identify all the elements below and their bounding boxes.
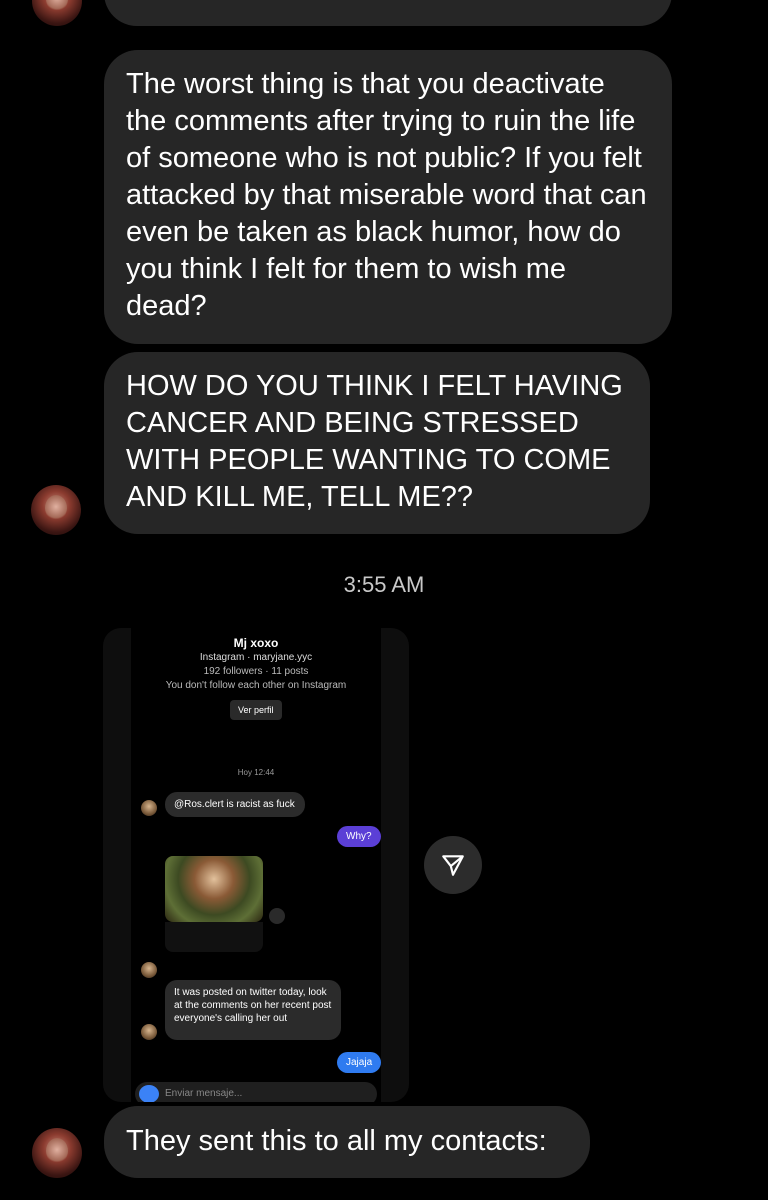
mini-reply-2: Jajaja	[337, 1052, 382, 1073]
post-footer	[165, 922, 263, 952]
profile-handle: Instagram · maryjane.yyc	[199, 652, 313, 663]
timestamp: 3:55 AM	[343, 572, 425, 597]
mini-message-2-text: It was posted on twitter today, look at …	[174, 987, 332, 1024]
chat-time: Hoy 12:44	[237, 768, 275, 777]
mini-input-placeholder: Enviar mensaje...	[165, 1088, 243, 1099]
mini-avatar-1	[141, 800, 157, 816]
profile-name: Mj xoxo	[233, 636, 279, 650]
profile-stats: 192 followers · 11 posts	[203, 666, 309, 677]
camera-icon	[139, 1085, 159, 1102]
message-text-2: HOW DO YOU THINK I FELT HAVING CANCER AN…	[126, 370, 623, 513]
share-button[interactable]	[424, 836, 482, 894]
mini-avatar-3	[141, 1024, 157, 1040]
previous-message-bubble	[104, 0, 672, 26]
shared-screenshot-image[interactable]: Mj xoxo Instagram · maryjane.yyc 192 fol…	[103, 628, 409, 1102]
message-bubble-1[interactable]: The worst thing is that you deactivate t…	[104, 50, 672, 344]
message-bubble-3[interactable]: They sent this to all my contacts:	[104, 1106, 590, 1178]
view-profile-button[interactable]: Ver perfil	[230, 700, 282, 720]
mini-avatar-2	[141, 962, 157, 978]
mini-message-1-text: @Ros.clert is racist as fuck	[174, 799, 295, 810]
contact-avatar-2[interactable]	[32, 1128, 82, 1178]
mini-message-2: It was posted on twitter today, look at …	[165, 980, 341, 1040]
message-text-1: The worst thing is that you deactivate t…	[126, 68, 647, 322]
send-arrow-icon	[442, 855, 464, 876]
mini-input-bar: Enviar mensaje...	[135, 1082, 377, 1102]
message-text-3: They sent this to all my contacts:	[126, 1125, 547, 1157]
post-image	[165, 856, 263, 922]
contact-avatar-top[interactable]	[32, 0, 82, 26]
mini-message-1: @Ros.clert is racist as fuck	[165, 792, 305, 817]
mini-share-icon	[269, 908, 285, 924]
mini-reply-1: Why?	[337, 826, 381, 847]
contact-avatar-1[interactable]	[31, 485, 81, 535]
message-bubble-2[interactable]: HOW DO YOU THINK I FELT HAVING CANCER AN…	[104, 352, 650, 534]
screenshot-content: Mj xoxo Instagram · maryjane.yyc 192 fol…	[131, 628, 382, 1102]
follow-note: You don't follow each other on Instagram	[165, 680, 347, 691]
